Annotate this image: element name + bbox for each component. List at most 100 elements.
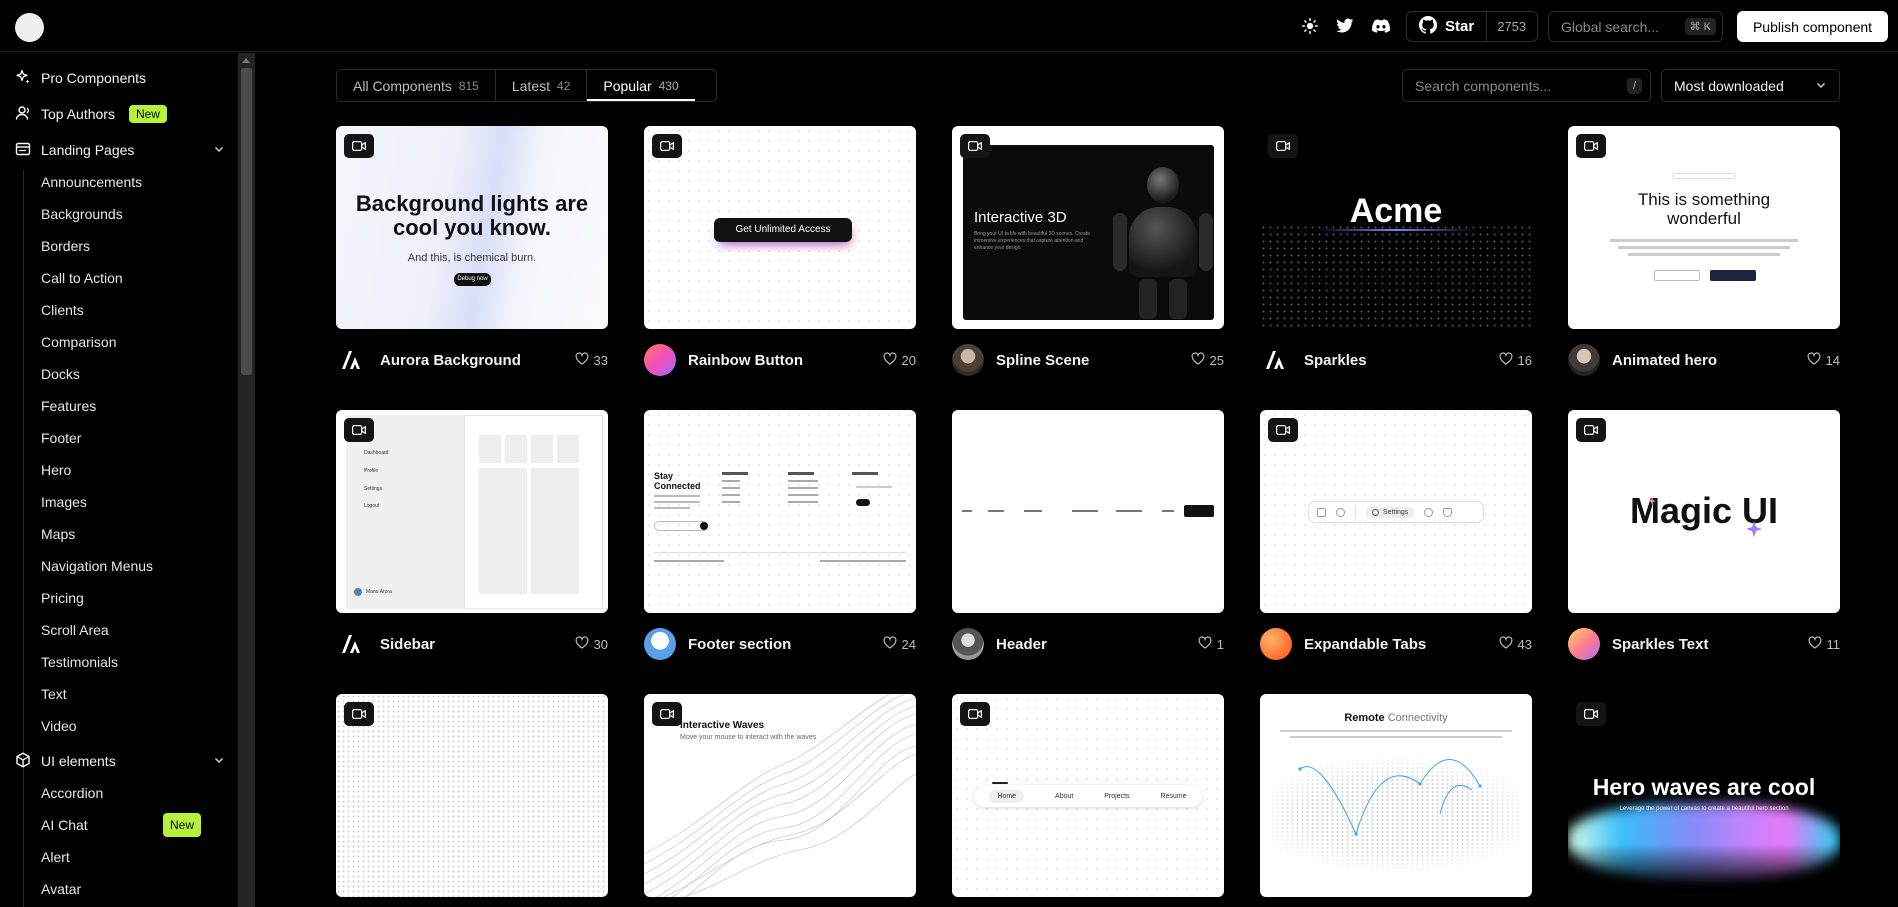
sidebar-item-accordion[interactable]: Accordion xyxy=(41,783,206,803)
author-avatar[interactable] xyxy=(644,344,676,376)
card-preview[interactable]: Remote Connectivity xyxy=(1260,694,1532,897)
twitter-icon[interactable] xyxy=(1334,15,1356,37)
publish-component-button[interactable]: Publish component xyxy=(1737,11,1888,42)
scroll-up-arrow-icon[interactable] xyxy=(242,58,250,63)
card-preview[interactable]: Interactive 3D Bring your UI to life wit… xyxy=(952,126,1224,329)
sidebar-item-clients[interactable]: Clients xyxy=(41,300,206,320)
tab-latest[interactable]: Latest 42 xyxy=(496,70,588,101)
sidebar-item-docks[interactable]: Docks xyxy=(41,364,206,384)
author-avatar[interactable] xyxy=(1260,628,1292,660)
sidebar-item-pro-components[interactable]: Pro Components xyxy=(15,60,225,96)
sidebar-item-hero[interactable]: Hero xyxy=(41,460,206,480)
author-avatar[interactable] xyxy=(336,628,368,660)
card-preview[interactable] xyxy=(336,694,608,897)
author-avatar[interactable] xyxy=(1260,344,1292,376)
sidebar-item-navigation-menus[interactable]: Navigation Menus xyxy=(41,556,206,576)
like-count[interactable]: 24 xyxy=(883,636,916,652)
sort-select[interactable]: Most downloaded xyxy=(1661,69,1840,102)
author-avatar[interactable] xyxy=(644,628,676,660)
video-icon xyxy=(652,702,682,726)
author-avatar[interactable] xyxy=(1568,628,1600,660)
card-title[interactable]: Footer section xyxy=(688,636,883,653)
logo[interactable] xyxy=(15,13,44,42)
sidebar-item-maps[interactable]: Maps xyxy=(41,524,206,544)
sidebar-item-borders[interactable]: Borders xyxy=(41,236,206,256)
sidebar-item-top-authors[interactable]: Top Authors New xyxy=(15,96,225,132)
sidebar-item-ai-chat[interactable]: AI Chat New xyxy=(41,813,206,837)
sparkle-icon xyxy=(15,69,31,88)
like-number: 24 xyxy=(901,636,916,652)
card-meta: Sparkles Text 11 xyxy=(1568,628,1840,660)
sidebar-item-text[interactable]: Text xyxy=(41,684,206,704)
like-count[interactable]: 20 xyxy=(883,352,916,368)
component-search-input[interactable]: Search components... / xyxy=(1402,69,1651,102)
sidebar-section-ui-elements[interactable]: UI elements xyxy=(15,743,225,779)
sidebar-item-comparison[interactable]: Comparison xyxy=(41,332,206,352)
card-preview[interactable]: Settings xyxy=(1260,410,1532,613)
chevron-down-icon xyxy=(213,753,225,769)
like-count[interactable]: 43 xyxy=(1499,636,1532,652)
card-title[interactable]: Spline Scene xyxy=(996,352,1191,369)
card-preview[interactable]: This is something wonderful xyxy=(1568,126,1840,329)
sidebar-item-call-to-action[interactable]: Call to Action xyxy=(41,268,206,288)
preview-menu-item: Profile xyxy=(364,468,379,474)
sidebar-item-avatar[interactable]: Avatar xyxy=(41,879,206,899)
layout-icon xyxy=(15,141,31,160)
discord-icon[interactable] xyxy=(1370,15,1392,37)
github-star-button[interactable]: Star 2753 xyxy=(1406,11,1538,42)
card-title[interactable]: Rainbow Button xyxy=(688,352,883,369)
sidebar-item-video[interactable]: Video xyxy=(41,716,206,736)
sidebar-item-scroll-area[interactable]: Scroll Area xyxy=(41,620,206,640)
sidebar-item-features[interactable]: Features xyxy=(41,396,206,416)
theme-toggle-sun-icon[interactable] xyxy=(1299,15,1321,37)
card-title[interactable]: Header xyxy=(996,636,1198,653)
card-preview[interactable]: Magic UI xyxy=(1568,410,1840,613)
video-icon xyxy=(960,702,990,726)
preview-heading: Magic UI xyxy=(1629,490,1779,531)
like-number: 16 xyxy=(1517,352,1532,368)
sidebar-item-images[interactable]: Images xyxy=(41,492,206,512)
card-preview[interactable]: Acme xyxy=(1260,126,1532,329)
like-count[interactable]: 33 xyxy=(575,352,608,368)
sidebar-item-testimonials[interactable]: Testimonials xyxy=(41,652,206,672)
author-avatar[interactable] xyxy=(952,344,984,376)
card-title[interactable]: Sidebar xyxy=(380,636,575,653)
tab-popular[interactable]: Popular 430 xyxy=(587,70,694,101)
card-preview[interactable]: Interactive Waves Move your mouse to int… xyxy=(644,694,916,897)
author-avatar[interactable] xyxy=(336,344,368,376)
card-title[interactable]: Sparkles Text xyxy=(1612,636,1808,653)
like-count[interactable]: 30 xyxy=(575,636,608,652)
sidebar-item-announcements[interactable]: Announcements xyxy=(41,172,206,192)
sidebar-item-footer[interactable]: Footer xyxy=(41,428,206,448)
tab-all-components[interactable]: All Components 815 xyxy=(337,70,496,101)
like-count[interactable]: 25 xyxy=(1191,352,1224,368)
author-avatar[interactable] xyxy=(952,628,984,660)
card-preview[interactable] xyxy=(952,410,1224,613)
like-count[interactable]: 11 xyxy=(1808,636,1840,652)
card-title[interactable]: Expandable Tabs xyxy=(1304,636,1499,653)
card-preview[interactable]: Dashboard Profile Settings Logout Manu A… xyxy=(336,410,608,613)
sidebar-item-label: Top Authors xyxy=(41,106,115,122)
sidebar-scrollbar-thumb[interactable] xyxy=(241,68,252,375)
sidebar-item-pricing[interactable]: Pricing xyxy=(41,588,206,608)
author-avatar[interactable] xyxy=(1568,344,1600,376)
like-count[interactable]: 1 xyxy=(1198,636,1224,652)
card-title[interactable]: Aurora Background xyxy=(380,352,575,369)
preview-subtitle: And this, is chemical burn. xyxy=(407,252,537,264)
sidebar-item-backgrounds[interactable]: Backgrounds xyxy=(41,204,206,224)
like-count[interactable]: 14 xyxy=(1807,352,1840,368)
sidebar-item-alert[interactable]: Alert xyxy=(41,847,206,867)
video-icon xyxy=(1576,702,1606,726)
card-preview[interactable]: Stay Connected xyxy=(644,410,916,613)
card-preview[interactable]: Get Unlimited Access xyxy=(644,126,916,329)
card-preview[interactable]: Hero waves are cool Leverage the power o… xyxy=(1568,694,1840,897)
card-title[interactable]: Animated hero xyxy=(1612,352,1807,369)
card-preview[interactable]: Home About Projects Resume xyxy=(952,694,1224,897)
preview-nav-pill: Home About Projects Resume xyxy=(974,785,1202,807)
like-count[interactable]: 16 xyxy=(1499,352,1532,368)
global-search-input[interactable]: Global search... ⌘ K xyxy=(1548,11,1723,42)
card-preview[interactable]: Background lights are cool you know. And… xyxy=(336,126,608,329)
sidebar-section-landing-pages[interactable]: Landing Pages xyxy=(15,132,225,168)
tab-count: 815 xyxy=(458,78,479,93)
card-title[interactable]: Sparkles xyxy=(1304,352,1499,369)
